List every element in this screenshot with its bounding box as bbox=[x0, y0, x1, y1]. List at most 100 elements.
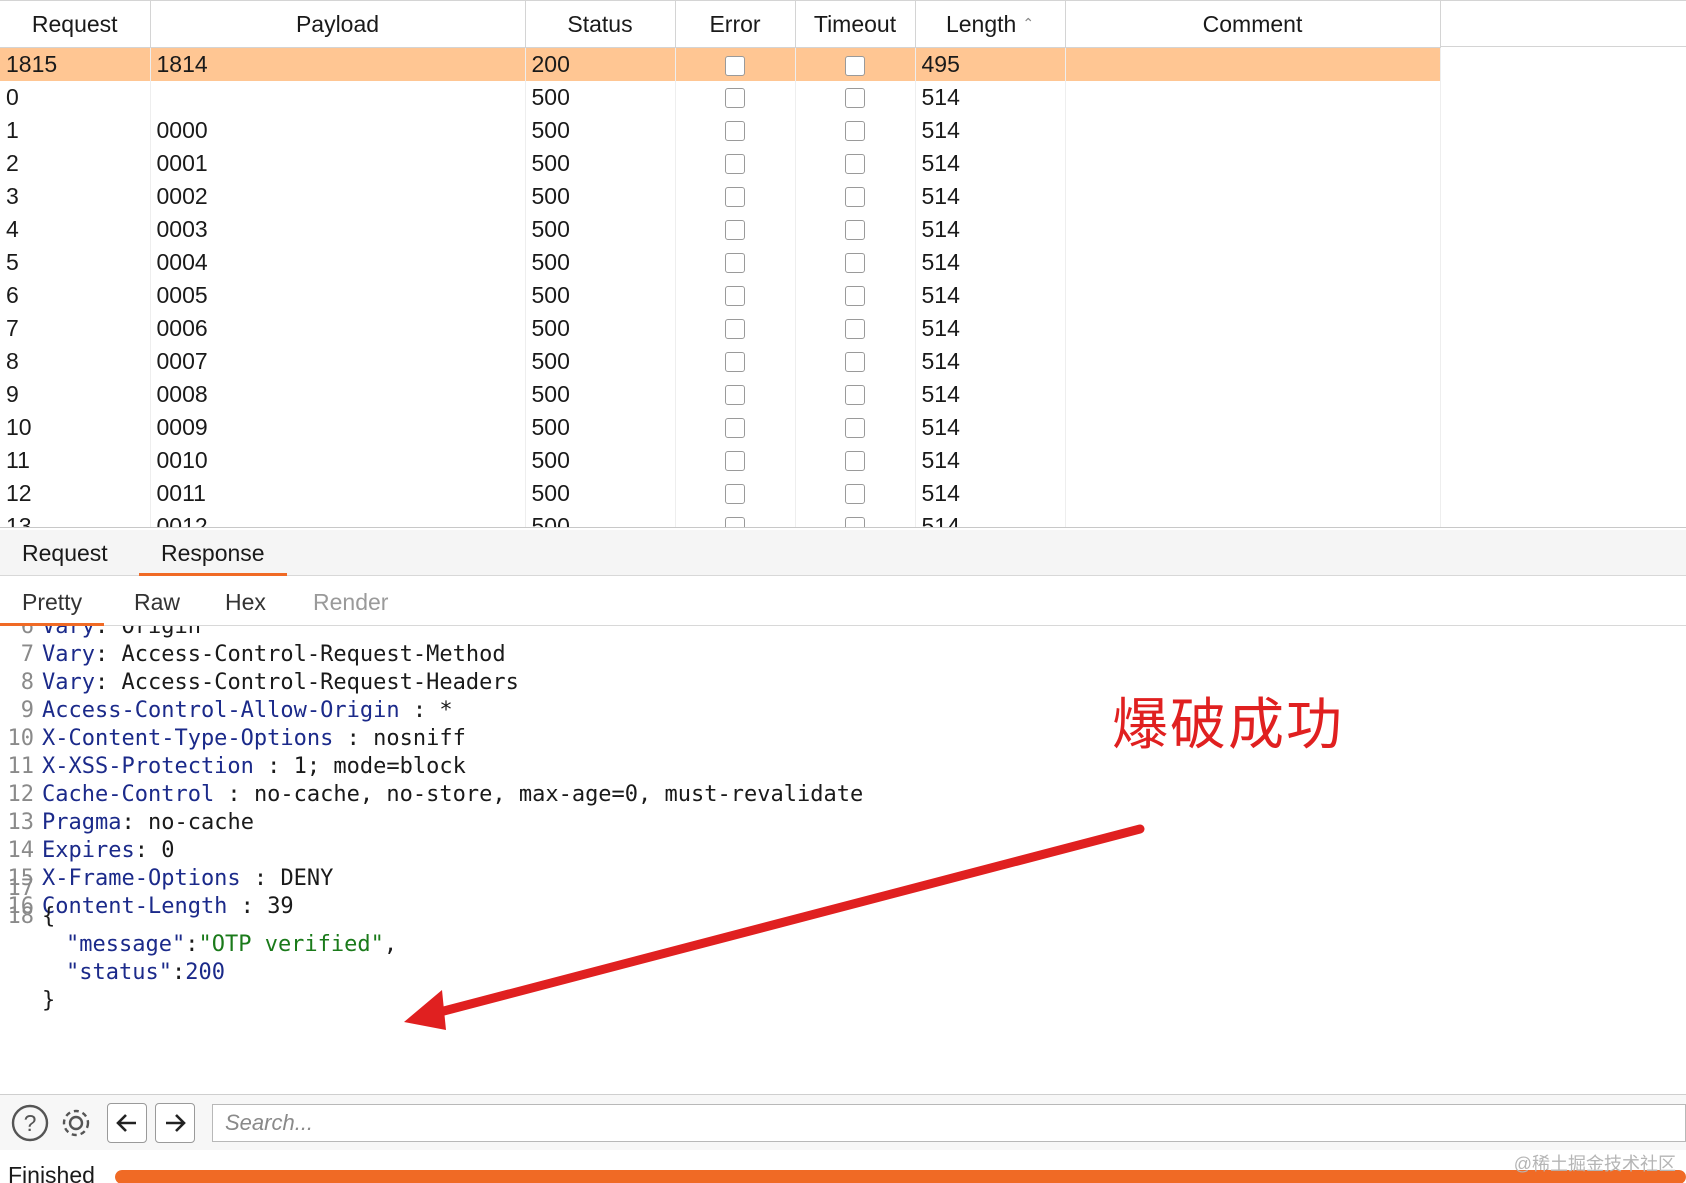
table-row[interactable]: 9 0008 500 514 bbox=[0, 377, 1441, 411]
tab-request[interactable]: Request bbox=[0, 530, 130, 576]
cell-payload: 0012 bbox=[150, 509, 526, 527]
cell-error bbox=[675, 179, 796, 213]
cell-status: 500 bbox=[525, 179, 676, 213]
timeout-checkbox[interactable] bbox=[845, 286, 865, 307]
message-editor-tabs: Request Response bbox=[0, 530, 1686, 576]
help-icon[interactable]: ? bbox=[10, 1103, 50, 1143]
cell-timeout bbox=[795, 509, 916, 527]
cell-comment bbox=[1065, 146, 1441, 180]
tab-render[interactable]: Render bbox=[291, 578, 410, 626]
watermark-text: @稀土掘金技术社区 bbox=[1513, 1154, 1676, 1174]
table-row[interactable]: 8 0007 500 514 bbox=[0, 344, 1441, 378]
cell-request: 5 bbox=[0, 245, 151, 279]
column-header-payload[interactable]: Payload bbox=[150, 0, 526, 48]
error-checkbox[interactable] bbox=[725, 88, 745, 109]
response-body-viewer[interactable]: 6 Vary: Origin 7 Vary: Access-Control-Req… bbox=[0, 626, 1686, 1094]
timeout-checkbox[interactable] bbox=[845, 385, 865, 406]
cell-request: 6 bbox=[0, 278, 151, 312]
json-open-brace: { bbox=[42, 904, 56, 929]
table-row[interactable]: 3 0002 500 514 bbox=[0, 179, 1441, 213]
header-line: Vary: Access-Control-Request-Headers bbox=[42, 670, 519, 695]
timeout-checkbox[interactable] bbox=[845, 352, 865, 373]
error-checkbox[interactable] bbox=[725, 253, 745, 274]
cell-request: 8 bbox=[0, 344, 151, 378]
table-row[interactable]: 5 0004 500 514 bbox=[0, 245, 1441, 279]
line-number: 9 bbox=[20, 698, 34, 723]
cell-error bbox=[675, 476, 796, 510]
header-separator: : bbox=[94, 670, 122, 695]
table-row[interactable]: 1 0000 500 514 bbox=[0, 113, 1441, 147]
cell-timeout bbox=[795, 443, 916, 477]
table-row[interactable]: 6 0005 500 514 bbox=[0, 278, 1441, 312]
column-header-length[interactable]: Length ⌃ bbox=[915, 0, 1066, 48]
column-header-timeout[interactable]: Timeout bbox=[795, 0, 916, 48]
error-checkbox[interactable] bbox=[725, 55, 745, 76]
column-header-request[interactable]: Request bbox=[0, 0, 151, 48]
table-row[interactable]: 11 0010 500 514 bbox=[0, 443, 1441, 477]
cell-payload: 0001 bbox=[150, 146, 526, 180]
header-name: Cache-Control bbox=[42, 782, 215, 807]
table-row[interactable]: 13 0012 500 514 bbox=[0, 509, 1441, 527]
error-checkbox[interactable] bbox=[725, 451, 745, 472]
error-checkbox[interactable] bbox=[725, 220, 745, 241]
table-row[interactable]: 0 500 514 bbox=[0, 80, 1441, 114]
timeout-checkbox[interactable] bbox=[845, 154, 865, 175]
header-name: Content-Length bbox=[42, 894, 228, 919]
timeout-checkbox[interactable] bbox=[845, 88, 865, 109]
tab-pretty[interactable]: Pretty bbox=[0, 578, 105, 626]
cell-request: 1 bbox=[0, 113, 151, 147]
cell-status: 500 bbox=[525, 344, 676, 378]
cell-timeout bbox=[795, 410, 916, 444]
timeout-checkbox[interactable] bbox=[845, 253, 865, 274]
error-checkbox[interactable] bbox=[725, 154, 745, 175]
timeout-checkbox[interactable] bbox=[845, 319, 865, 340]
column-header-error[interactable]: Error bbox=[675, 0, 796, 48]
table-row[interactable]: 7 0006 500 514 bbox=[0, 311, 1441, 345]
table-row[interactable]: 10 0009 500 514 bbox=[0, 410, 1441, 444]
error-checkbox[interactable] bbox=[725, 517, 745, 527]
error-checkbox[interactable] bbox=[725, 319, 745, 340]
cell-payload: 1814 bbox=[150, 47, 526, 81]
forward-arrow-button[interactable] bbox=[155, 1103, 195, 1143]
timeout-checkbox[interactable] bbox=[845, 451, 865, 472]
table-row[interactable]: 4 0003 500 514 bbox=[0, 212, 1441, 246]
timeout-checkbox[interactable] bbox=[845, 55, 865, 76]
timeout-checkbox[interactable] bbox=[845, 220, 865, 241]
back-arrow-button[interactable] bbox=[107, 1103, 147, 1143]
table-row[interactable]: 1815 1814 200 495 bbox=[0, 47, 1441, 81]
cell-request: 0 bbox=[0, 80, 151, 114]
table-row[interactable]: 2 0001 500 514 bbox=[0, 146, 1441, 180]
tab-response[interactable]: Response bbox=[139, 530, 287, 576]
error-checkbox[interactable] bbox=[725, 385, 745, 406]
cell-status: 500 bbox=[525, 377, 676, 411]
timeout-checkbox[interactable] bbox=[845, 517, 865, 527]
line-number: 12 bbox=[7, 782, 35, 807]
cell-timeout bbox=[795, 80, 916, 114]
column-header-status[interactable]: Status bbox=[525, 0, 676, 48]
search-input[interactable]: Search... bbox=[212, 1104, 1686, 1142]
error-checkbox[interactable] bbox=[725, 352, 745, 373]
timeout-checkbox[interactable] bbox=[845, 418, 865, 439]
error-checkbox[interactable] bbox=[725, 286, 745, 307]
status-text: Finished bbox=[8, 1162, 95, 1183]
timeout-checkbox[interactable] bbox=[845, 484, 865, 505]
cell-request: 4 bbox=[0, 212, 151, 246]
cell-error bbox=[675, 311, 796, 345]
cell-status: 500 bbox=[525, 476, 676, 510]
table-row[interactable]: 12 0011 500 514 bbox=[0, 476, 1441, 510]
timeout-checkbox[interactable] bbox=[845, 187, 865, 208]
cell-comment bbox=[1065, 245, 1441, 279]
error-checkbox[interactable] bbox=[725, 418, 745, 439]
error-checkbox[interactable] bbox=[725, 187, 745, 208]
cell-comment bbox=[1065, 344, 1441, 378]
tab-hex[interactable]: Hex bbox=[203, 578, 288, 626]
settings-gear-icon[interactable] bbox=[56, 1103, 96, 1143]
error-checkbox[interactable] bbox=[725, 121, 745, 142]
header-value: 0 bbox=[161, 838, 175, 863]
timeout-checkbox[interactable] bbox=[845, 121, 865, 142]
cell-comment bbox=[1065, 113, 1441, 147]
error-checkbox[interactable] bbox=[725, 484, 745, 505]
column-header-comment[interactable]: Comment bbox=[1065, 0, 1441, 48]
cell-error bbox=[675, 245, 796, 279]
tab-raw[interactable]: Raw bbox=[112, 578, 202, 626]
